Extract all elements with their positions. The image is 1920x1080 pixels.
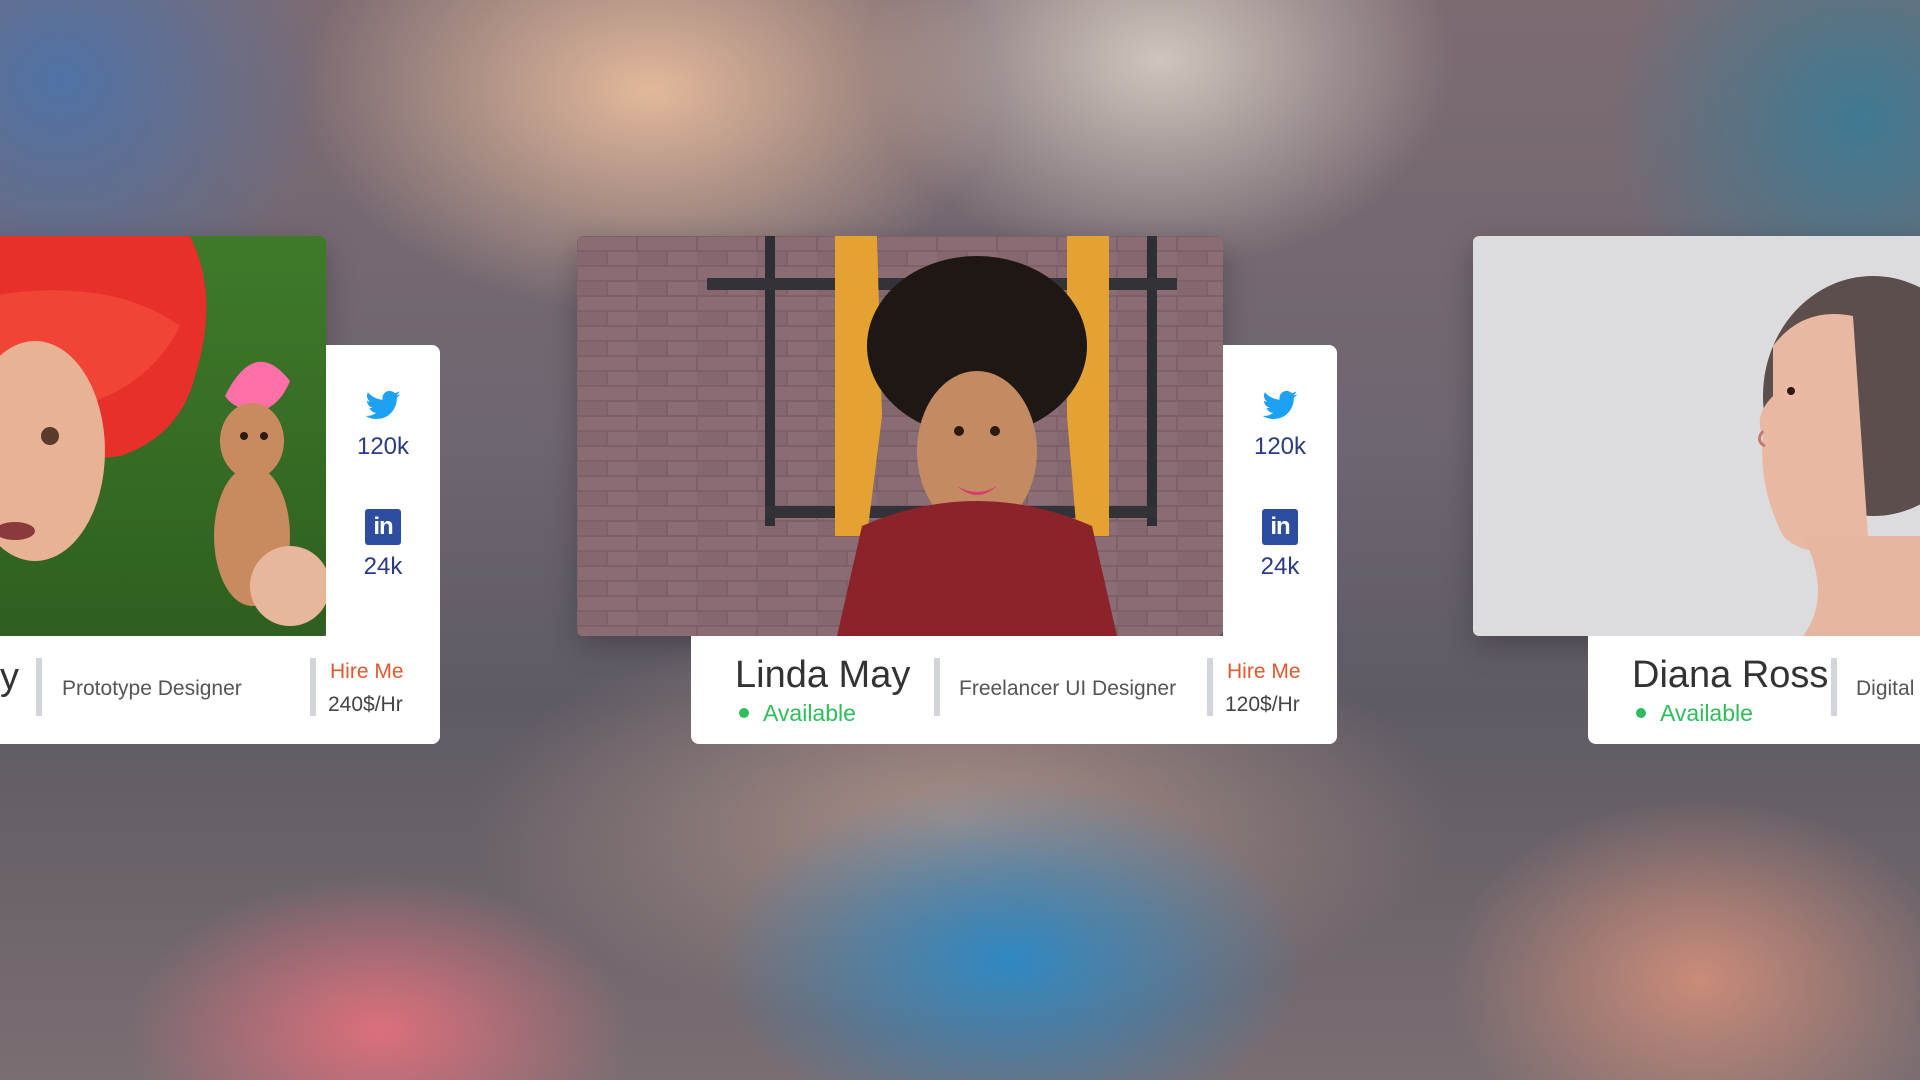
separator xyxy=(1831,658,1837,716)
profile-photo xyxy=(1473,236,1920,636)
profile-name: Diana Ross xyxy=(1632,654,1829,696)
twitter-count: 120k xyxy=(356,433,410,460)
separator xyxy=(310,658,316,716)
twitter-icon[interactable] xyxy=(361,387,405,425)
linkedin-icon[interactable]: in xyxy=(365,509,401,545)
info-bar: Linda May Available Freelancer UI Design… xyxy=(691,636,1337,744)
availability-status: Available xyxy=(739,700,856,727)
profile-name: y xyxy=(0,656,19,698)
profile-role: Prototype Designer xyxy=(62,677,242,700)
portrait-red-hair-image xyxy=(0,236,326,636)
portrait-profile-image xyxy=(1473,236,1920,636)
status-label: Available xyxy=(763,700,856,726)
twitter-count: 120k xyxy=(1253,433,1307,460)
linkedin-icon[interactable]: in xyxy=(1262,509,1298,545)
profile-role: Digital xyxy=(1856,677,1915,700)
separator xyxy=(1207,658,1213,716)
profile-photo xyxy=(577,236,1223,636)
info-bar: Diana Ross Available Digital xyxy=(1588,636,1920,744)
separator xyxy=(934,658,940,716)
linkedin-count: 24k xyxy=(363,553,403,580)
twitter-icon[interactable] xyxy=(1258,387,1302,425)
status-label: Available xyxy=(1660,700,1753,726)
profile-name: Linda May xyxy=(735,654,911,696)
hourly-rate: 120$/Hr xyxy=(1225,693,1300,716)
profile-role: Freelancer UI Designer xyxy=(959,677,1177,700)
blurred-background: 120k in 24k y Prototype Designer Hire Me… xyxy=(0,0,1920,1080)
hire-me-link[interactable]: Hire Me xyxy=(1227,660,1301,684)
linkedin-count: 24k xyxy=(1260,553,1300,580)
separator xyxy=(36,658,42,716)
portrait-curly-hair-image xyxy=(577,236,1223,636)
info-bar: y Prototype Designer Hire Me 240$/Hr xyxy=(0,636,440,744)
hourly-rate: 240$/Hr xyxy=(328,693,403,716)
status-dot-icon xyxy=(1636,707,1646,718)
profile-photo xyxy=(0,236,326,636)
availability-status: Available xyxy=(1636,700,1753,727)
hire-me-link[interactable]: Hire Me xyxy=(330,660,404,684)
status-dot-icon xyxy=(739,707,749,718)
